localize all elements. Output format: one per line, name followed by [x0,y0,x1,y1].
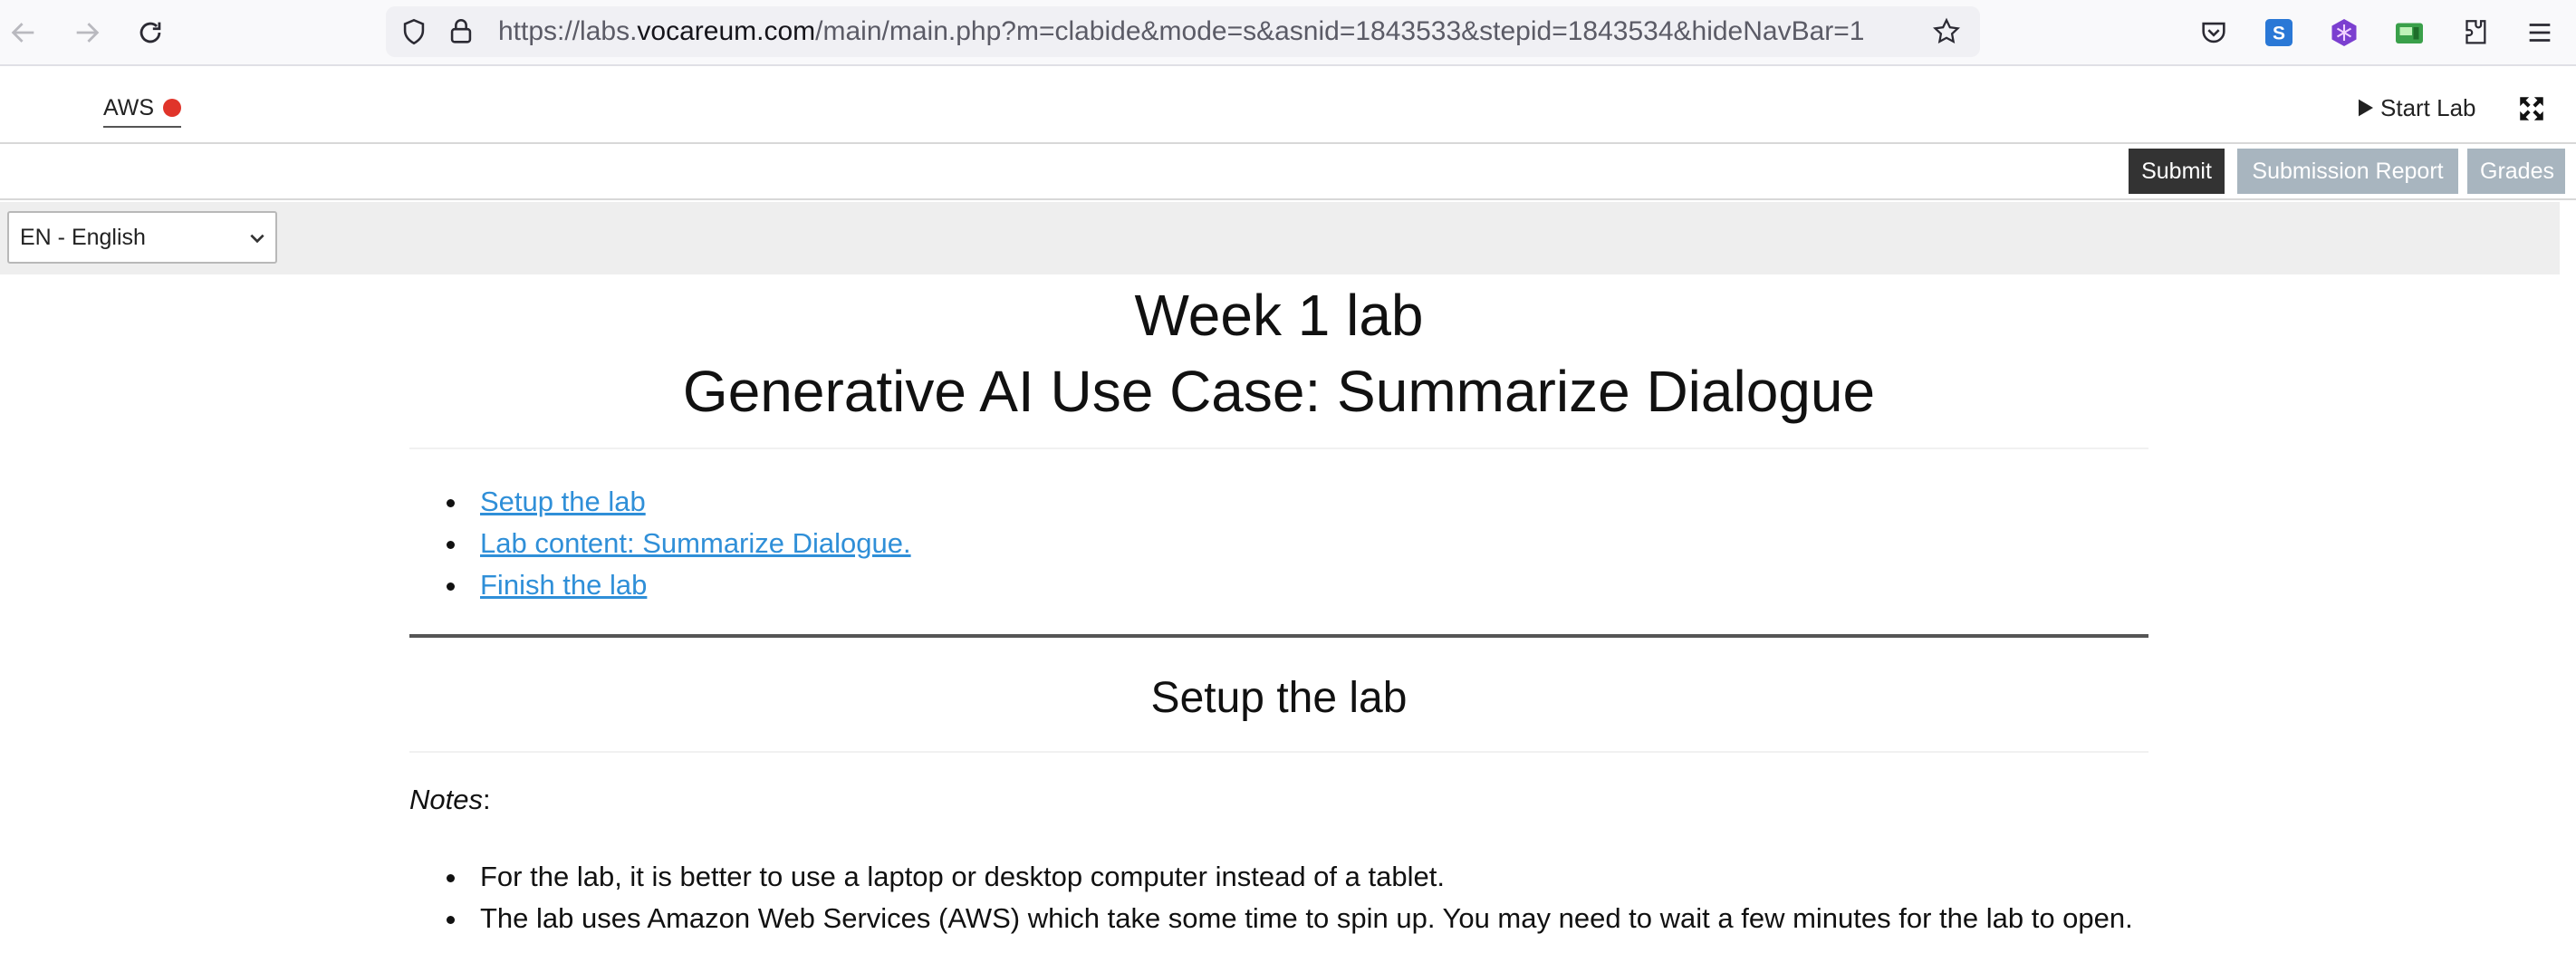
toc-item: Lab content: Summarize Dialogue. [447,523,911,564]
url-path: /main/main.php?m=clabide&mode=s&asnid=18… [815,16,1865,46]
list-item: For the lab, it is better to use a lapto… [447,856,2133,898]
url-prefix: https://labs. [498,16,638,46]
list-item: The lab uses Amazon Web Services (AWS) w… [447,898,2133,939]
language-selected-value: EN - English [20,225,146,250]
start-lab-label: Start Lab [2380,93,2476,121]
play-icon [2359,99,2373,117]
notes-label-text: Notes [409,784,483,815]
notes-label: Notes: [409,784,491,816]
language-select[interactable]: EN - English [7,211,277,264]
pocket-icon[interactable] [2194,13,2234,53]
toc-item: Setup the lab [447,481,911,523]
lock-icon[interactable] [446,16,476,47]
url-text[interactable]: https://labs.vocareum.com/main/main.php?… [498,15,1864,48]
submission-report-button[interactable]: Submission Report [2237,149,2458,194]
extension-green-icon[interactable] [2389,13,2429,53]
shield-icon[interactable] [399,16,429,47]
toc-link-lab-content[interactable]: Lab content: Summarize Dialogue. [480,527,911,559]
expand-icon[interactable] [2516,93,2547,124]
svg-text:S: S [2273,24,2285,44]
extension-purple-icon[interactable] [2324,13,2364,53]
lab-header: AWS Start Lab [0,66,2576,144]
page-subtitle: Generative AI Use Case: Summarize Dialog… [682,359,1876,424]
divider [409,448,2148,449]
browser-toolbar: https://labs.vocareum.com/main/main.php?… [0,0,2576,66]
divider [409,751,2148,753]
url-bar[interactable]: https://labs.vocareum.com/main/main.php?… [386,6,1980,57]
toc-link-setup[interactable]: Setup the lab [480,486,646,517]
url-host: vocareum.com [637,16,816,46]
grades-button[interactable]: Grades [2467,149,2565,194]
table-of-contents: Setup the lab Lab content: Summarize Dia… [447,481,911,606]
notes-colon: : [482,784,491,815]
aws-link[interactable]: AWS [103,91,182,128]
action-bar: Submit Submission Report Grades [0,144,2576,200]
menu-icon[interactable] [2520,13,2560,53]
chevron-down-icon [250,234,264,244]
page-title: Week 1 lab [1134,283,1424,348]
toc-link-finish[interactable]: Finish the lab [480,569,647,601]
aws-status-dot [163,99,182,117]
puzzle-icon[interactable] [2455,13,2494,53]
forward-arrow-icon[interactable] [65,11,109,54]
toc-item: Finish the lab [447,564,911,606]
star-icon[interactable] [1931,16,1962,47]
aws-label: AWS [103,94,155,120]
submit-button[interactable]: Submit [2129,149,2225,194]
section-divider [409,634,2148,638]
lab-instructions: Week 1 lab Generative AI Use Case: Summa… [409,274,2148,953]
extension-s-icon[interactable]: S [2259,13,2299,53]
back-arrow-icon[interactable] [2,11,45,54]
section-heading: Setup the lab [1150,674,1408,722]
language-bar: EN - English [0,202,2560,274]
reload-icon[interactable] [129,11,172,54]
start-lab-button[interactable]: Start Lab [2359,90,2476,126]
notes-list: For the lab, it is better to use a lapto… [447,856,2133,939]
